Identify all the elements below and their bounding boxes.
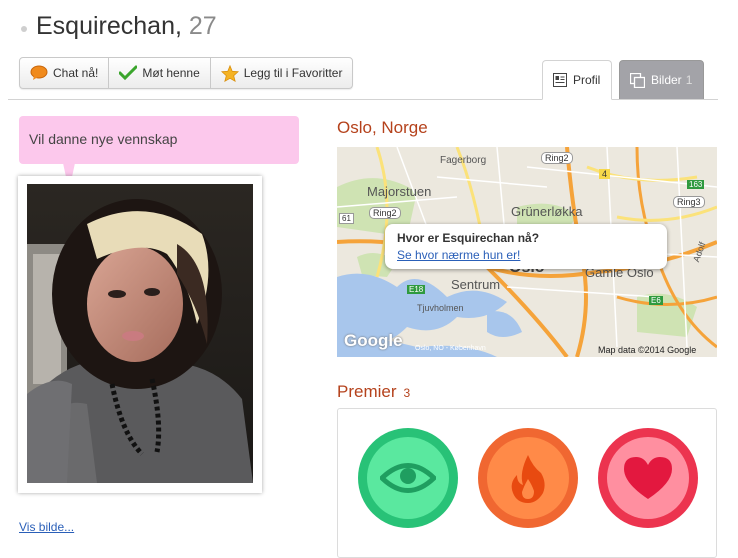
profile-age: 27 — [188, 12, 217, 40]
map-label-163: 163 — [687, 180, 705, 189]
tab-bilder-label: Bilder — [651, 73, 682, 87]
map-popup-title: Hvor er Esquirechan nå? — [397, 231, 540, 245]
map-label-ring3: Ring3 — [673, 196, 705, 208]
map-popup: Hvor er Esquirechan nå? Se hvor nærme hu… — [385, 224, 667, 269]
map-label-e6: E6 — [649, 296, 663, 305]
map-street-text: Oslo, NO - København — [415, 345, 486, 352]
tab-profil-label: Profil — [573, 73, 601, 87]
eye-icon — [380, 463, 436, 493]
profile-title: Esquirechan, 27 — [36, 12, 217, 41]
map-popup-link[interactable]: Se hvor nærme hun er! — [397, 248, 655, 262]
action-button-group: Chat nå! Møt henne Legg til i Favoritter — [19, 57, 354, 89]
map-label-ring2-a: Ring2 — [541, 152, 573, 164]
google-logo: Google — [344, 331, 403, 350]
profile-photo[interactable] — [27, 184, 253, 483]
premier-heading: Premier 3 — [337, 382, 410, 402]
premier-eye-button[interactable] — [358, 428, 458, 528]
speech-bubble-icon — [30, 65, 48, 80]
premier-heart-button[interactable] — [598, 428, 698, 528]
online-status-dot — [21, 26, 27, 32]
premier-count: 3 — [403, 386, 411, 400]
tab-bilder-count: 1 — [685, 73, 693, 87]
profile-card-icon — [553, 73, 567, 87]
checkmark-icon — [119, 65, 138, 81]
star-icon — [220, 64, 239, 82]
map-credit: Map data ©2014 Google — [598, 345, 697, 355]
tab-bilder[interactable]: Bilder 1 — [619, 60, 704, 100]
map-label-tjuvholmen: Tjuvholmen — [417, 303, 464, 313]
map-label-e18: E18 — [407, 285, 426, 294]
premier-title: Premier — [337, 382, 397, 401]
map-label-majorstuen: Majorstuen — [367, 184, 432, 199]
location-heading: Oslo, Norge — [337, 118, 428, 137]
meet-button[interactable]: Møt henne — [109, 58, 211, 88]
tab-profil[interactable]: Profil — [542, 60, 612, 100]
status-bubble: Vil danne nye vennskap — [19, 116, 299, 164]
photos-icon — [630, 72, 645, 88]
chat-button[interactable]: Chat nå! — [20, 58, 110, 88]
profile-name: Esquirechan, — [36, 12, 182, 40]
view-photo-link[interactable]: Vis bilde... — [19, 520, 74, 534]
chat-button-label: Chat nå! — [53, 66, 99, 80]
heart-icon — [624, 457, 672, 499]
map-label-4: 4 — [599, 169, 611, 179]
map-label-61: 61 — [339, 213, 354, 224]
map-label-sentrum: Sentrum — [451, 277, 501, 292]
premier-flame-button[interactable] — [478, 428, 578, 528]
meet-button-label: Møt henne — [142, 66, 200, 80]
add-favorite-label: Legg til i Favoritter — [243, 66, 343, 80]
map-label-grunerlokka: Grünerløkka — [511, 204, 583, 219]
map-label-ring2-b: Ring2 — [369, 207, 401, 219]
map-label-fagerborg: Fagerborg — [440, 155, 487, 166]
add-favorite-button[interactable]: Legg til i Favoritter — [211, 58, 353, 88]
flame-icon — [511, 455, 545, 503]
